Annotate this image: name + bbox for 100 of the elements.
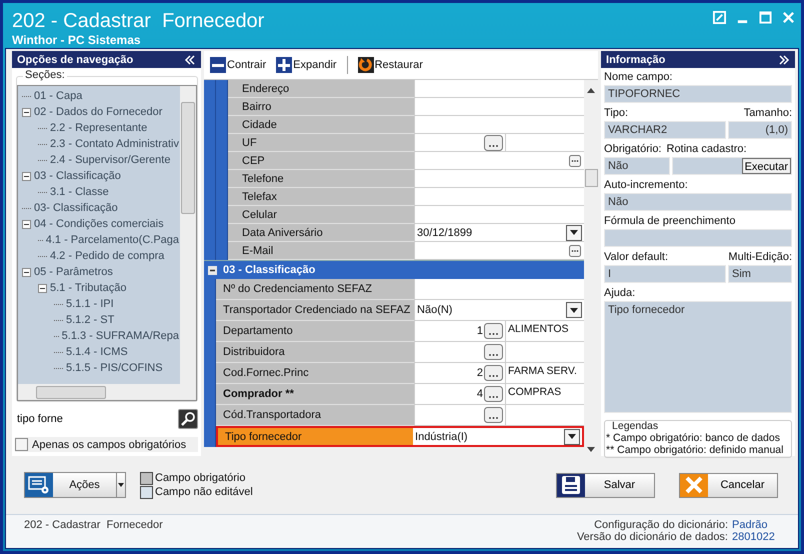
field-label: Rotina cadastro:: [666, 142, 747, 157]
field-label[interactable]: UF: [228, 134, 414, 152]
toolbar-button[interactable]: Restaurar: [358, 57, 423, 73]
dialog-button[interactable]: Salvar: [556, 472, 655, 498]
tree-toggle[interactable]: [22, 268, 31, 276]
edit-icon[interactable]: [713, 11, 726, 24]
tree-item[interactable]: 5.1.2 - ST: [65, 314, 116, 326]
field-label: Tamanho:: [744, 106, 792, 121]
field-label[interactable]: E-Mail: [228, 242, 414, 260]
tree-item[interactable]: 4.2 - Pedido de compra: [49, 250, 166, 262]
lookup-button[interactable]: [484, 344, 504, 360]
read-only-field: Sim: [728, 265, 792, 283]
tree-item[interactable]: 3.1 - Classe: [49, 186, 110, 198]
plus-icon: [276, 57, 292, 73]
tree-item[interactable]: 5.1 - Tributação: [49, 282, 128, 294]
tree-item[interactable]: 5.1.5 - PIS/COFINS: [65, 362, 164, 374]
checkbox[interactable]: [15, 438, 28, 451]
lookup-button[interactable]: [484, 407, 504, 423]
field-label[interactable]: Cidade: [228, 116, 414, 134]
lookup-button[interactable]: [484, 323, 504, 339]
legend-text: ** Campo obrigatório: definido manual: [606, 444, 784, 456]
scrollbar-thumb[interactable]: [584, 169, 598, 187]
field-label[interactable]: Nº do Credenciamento SEFAZ: [216, 279, 414, 300]
cross-icon: [684, 475, 704, 495]
code-field[interactable]: 4: [415, 388, 484, 400]
field-label[interactable]: Telefone: [228, 170, 414, 188]
tree-item[interactable]: 05 - Parâmetros: [33, 266, 114, 278]
panel-title: Informação: [606, 54, 666, 66]
tree-item[interactable]: 2.3 - Contato Administrativ: [49, 138, 180, 150]
window-title: 202 - Cadastrar Fornecedor: [12, 9, 264, 33]
section-toggle[interactable]: [208, 266, 218, 274]
list-gear-icon: [28, 476, 50, 494]
tree-item[interactable]: 03- Classificação: [33, 202, 119, 214]
tree-item[interactable]: 03 - Classificação: [33, 170, 122, 182]
field-label[interactable]: CEP: [228, 152, 414, 170]
field-label[interactable]: Telefax: [228, 188, 414, 206]
field-label[interactable]: Comprador **: [216, 384, 414, 405]
lookup-button[interactable]: [484, 365, 504, 381]
scroll-down-icon[interactable]: [587, 447, 596, 452]
tree-item[interactable]: 04 - Condições comerciais: [33, 218, 165, 230]
field-label[interactable]: Endereço: [228, 80, 414, 98]
legend-title: Legendas: [611, 421, 660, 432]
collapse-left-icon[interactable]: [184, 54, 196, 64]
field-label: Valor default:: [604, 250, 668, 265]
field-label: Fórmula de preenchimento: [604, 214, 736, 229]
field-label[interactable]: Celular: [228, 206, 414, 224]
status-value: 2801022: [732, 531, 776, 543]
maximize-icon[interactable]: [759, 11, 772, 24]
collapse-right-icon[interactable]: [778, 54, 790, 64]
tree-item[interactable]: 5.1.1 - IPI: [65, 298, 115, 310]
tree-toggle[interactable]: [38, 284, 47, 292]
tree-toggle[interactable]: [22, 220, 31, 228]
tree-item[interactable]: 4.1 - Parcelamento(C.Paga: [44, 234, 180, 246]
field-label: Tipo:: [604, 106, 628, 121]
horizontal-scrollbar[interactable]: [18, 384, 196, 400]
field-label[interactable]: Data Aniversário: [228, 224, 414, 242]
status-value: Padrão: [732, 519, 768, 531]
caret-icon[interactable]: [118, 483, 124, 487]
legend-text: * Campo obrigatório: banco de dados: [606, 432, 781, 444]
code-field[interactable]: 2: [415, 367, 484, 379]
ellipsis-button[interactable]: [569, 154, 582, 166]
tree-item[interactable]: 5.1.3 - SUFRAMA/Repa: [60, 330, 180, 342]
field-label[interactable]: Transportador Credenciado na SEFAZ: [216, 300, 414, 321]
read-only-field: Não: [604, 157, 670, 175]
vertical-scrollbar[interactable]: [180, 86, 196, 384]
ellipsis-button[interactable]: [569, 244, 582, 256]
section-title: 03 - Classificação: [223, 264, 316, 276]
field-label: Ajuda:: [604, 286, 636, 301]
read-only-field: I: [604, 265, 726, 283]
field-label[interactable]: Distribuidora: [216, 342, 414, 363]
execute-button[interactable]: Executar: [742, 158, 791, 174]
search-button[interactable]: [178, 409, 198, 429]
tree-item[interactable]: 5.1.4 - ICMS: [65, 346, 129, 358]
dropdown-field[interactable]: Não(N): [415, 300, 584, 320]
tree-item[interactable]: 2.2 - Representante: [49, 122, 148, 134]
tree-item[interactable]: 01 - Capa: [33, 90, 84, 102]
field-label[interactable]: Departamento: [216, 321, 414, 342]
tree-item[interactable]: 2.4 - Supervisor/Gerente: [49, 154, 172, 166]
scroll-up-icon[interactable]: [587, 88, 596, 93]
tree-toggle[interactable]: [22, 108, 31, 116]
lookup-button[interactable]: [484, 386, 504, 402]
dropdown-field[interactable]: 30/12/1899: [415, 224, 584, 241]
actions-button[interactable]: Ações: [24, 472, 126, 498]
toolbar-button[interactable]: Contrair: [210, 57, 266, 73]
close-icon[interactable]: [782, 11, 795, 24]
field-label[interactable]: Bairro: [228, 98, 414, 116]
lookup-button[interactable]: [484, 134, 504, 150]
toolbar-button[interactable]: Expandir: [276, 57, 337, 73]
read-only-field: Não: [604, 193, 792, 211]
read-only-field: VARCHAR2: [604, 121, 726, 139]
field-label[interactable]: Cod.Fornec.Princ: [216, 363, 414, 384]
tree-item[interactable]: 02 - Dados do Fornecedor: [33, 106, 164, 118]
dialog-button[interactable]: Cancelar: [679, 472, 778, 498]
tree-toggle[interactable]: [22, 172, 31, 180]
help-text: Tipo fornecedor: [604, 301, 792, 413]
field-label[interactable]: Cód.Transportadora: [216, 405, 414, 426]
code-field[interactable]: 1: [415, 325, 484, 337]
status-label: Configuração do dicionário:: [594, 519, 728, 531]
field-label: Multi-Edição:: [728, 250, 792, 265]
swatch-label: Campo obrigatório: [155, 472, 246, 484]
